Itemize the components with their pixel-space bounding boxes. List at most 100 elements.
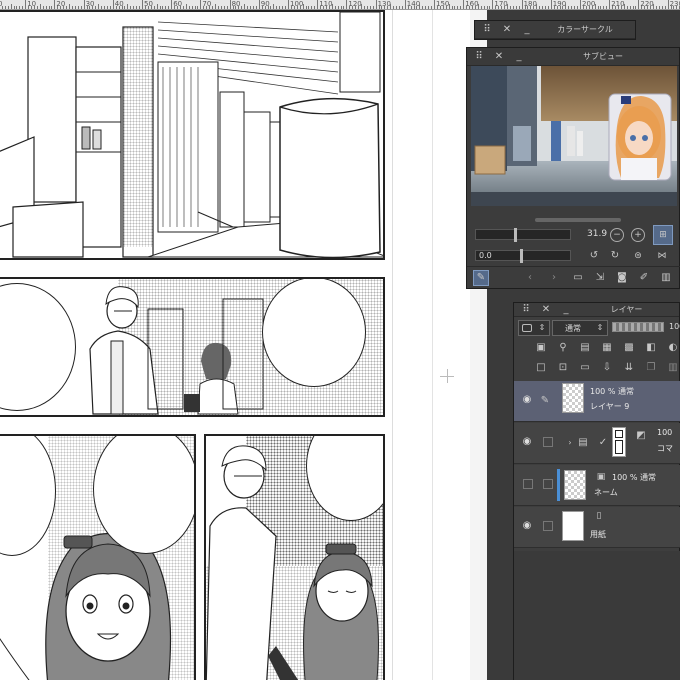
- drag-handle-icon[interactable]: ⠿: [472, 50, 486, 64]
- close-icon[interactable]: ✕: [492, 50, 506, 64]
- ruler-minor-tick: [215, 4, 216, 9]
- opacity-slider[interactable]: [612, 322, 664, 332]
- ruler-minor-tick: [647, 6, 649, 9]
- ruler-tick: [580, 0, 581, 9]
- ruler-minor-tick: [603, 6, 605, 9]
- ruler-minor-tick: [653, 4, 654, 9]
- layer-name: コマ: [657, 444, 673, 453]
- ruler-minor-tick: [390, 4, 392, 9]
- manga-panel-3: [0, 434, 196, 680]
- camera-icon[interactable]: ◙: [615, 271, 629, 285]
- ruler-minor-tick: [159, 6, 161, 9]
- eye-icon[interactable]: ◉: [520, 394, 534, 408]
- drawing-canvas[interactable]: [0, 10, 487, 680]
- ruler-minor-tick: [31, 6, 33, 9]
- new-raster-layer-icon[interactable]: □: [534, 361, 548, 375]
- sub-view-toolbar: ✎ ‹ › ▭ ⇲ ◙ ✐ ▥: [467, 266, 680, 288]
- horizontal-scrollbar[interactable]: [535, 218, 621, 222]
- lock-checkbox[interactable]: [523, 479, 533, 489]
- drag-handle-icon[interactable]: ⠿: [480, 23, 494, 37]
- ruler-tick: [550, 0, 552, 9]
- drag-handle-icon[interactable]: ⠿: [519, 303, 533, 317]
- ruler-minor-tick: [425, 6, 427, 9]
- ruler-tick: [638, 0, 640, 9]
- ruler-minor-tick: [396, 6, 398, 9]
- zoom-out-icon[interactable]: −: [610, 228, 624, 242]
- ruler-minor-tick: [42, 6, 44, 9]
- minimize-icon[interactable]: _: [559, 303, 573, 317]
- palette-color-icon[interactable]: ◐: [666, 341, 680, 355]
- eye-icon[interactable]: ◉: [520, 436, 534, 450]
- layer-name: ネーム: [594, 488, 618, 497]
- delete-layer-icon[interactable]: ▥: [666, 361, 680, 375]
- ruler-minor-tick: [582, 6, 584, 9]
- ruler-tick: [54, 0, 56, 9]
- clip-layer-icon[interactable]: ▣: [534, 341, 548, 355]
- sub-view-palette[interactable]: ⠿ ✕ _ サブビュー 31.9 − + ⊞ 0.0 ↺ ↻ ⊜ ⋈ ✎ ‹ ›…: [466, 47, 680, 289]
- import-icon[interactable]: ⇲: [593, 271, 607, 285]
- close-icon[interactable]: ✕: [500, 23, 514, 37]
- rotate-left-icon[interactable]: ↺: [587, 249, 601, 263]
- zoom-slider[interactable]: [475, 228, 571, 242]
- layer-list-empty-area[interactable]: [514, 551, 680, 680]
- ruler-minor-tick: [118, 6, 120, 9]
- new-folder-icon[interactable]: ▭: [578, 361, 592, 375]
- manga-panel-1: [0, 10, 385, 260]
- ruler-minor-tick: [416, 6, 418, 9]
- ruler-minor-tick: [188, 6, 190, 9]
- eyedropper-icon[interactable]: ✎: [473, 270, 489, 286]
- transfer-down-icon[interactable]: ⇩: [600, 361, 614, 375]
- layer-row-layer-9[interactable]: ◉ ✎ 100 % 通常 レイヤー 9: [514, 381, 680, 422]
- lock-transparency-icon[interactable]: ▦: [600, 341, 614, 355]
- merge-down-icon[interactable]: ⇊: [622, 361, 636, 375]
- lock-checkbox[interactable]: [543, 437, 553, 447]
- duplicate-layer-icon[interactable]: ❐: [644, 361, 658, 375]
- rotate-slider[interactable]: 0.0: [475, 249, 571, 263]
- layer-thumbnail: [612, 427, 626, 457]
- reference-layer-icon[interactable]: ⚲: [556, 341, 570, 355]
- layer-row-paper[interactable]: ◉ ▯ 用紙: [514, 507, 680, 548]
- open-folder-icon[interactable]: ▭: [571, 271, 585, 285]
- ruler-minor-tick: [328, 6, 330, 9]
- layer-row-name[interactable]: ▣ 100 % 通常 ネーム: [514, 465, 680, 506]
- edit-image-icon[interactable]: ✐: [637, 271, 651, 285]
- flip-horizontal-icon[interactable]: ⋈: [655, 249, 669, 263]
- crosshair-mark: [447, 369, 448, 383]
- layer-list: ◉ ✎ 100 % 通常 レイヤー 9 ◉ › ▤ ✓ ◩ 100 コマ ▣ 1…: [514, 381, 680, 548]
- color-circle-palette[interactable]: ⠿ ✕ _ カラーサークル: [474, 20, 636, 40]
- ruler-icon[interactable]: ◧: [644, 341, 658, 355]
- trash-icon[interactable]: ▥: [659, 271, 673, 285]
- layer-mask-icon[interactable]: ▩: [622, 341, 636, 355]
- layer-row-koma[interactable]: ◉ › ▤ ✓ ◩ 100 コマ: [514, 423, 680, 464]
- eye-icon[interactable]: ◉: [520, 520, 534, 534]
- new-vector-layer-icon[interactable]: ⊡: [556, 361, 570, 375]
- fit-view-icon[interactable]: ⊞: [653, 225, 673, 245]
- ruler-minor-tick: [439, 6, 441, 9]
- lock-icon[interactable]: ▤: [578, 341, 592, 355]
- ruler-minor-tick: [147, 6, 149, 9]
- minimize-icon[interactable]: _: [520, 23, 534, 37]
- ruler-minor-tick: [469, 6, 471, 9]
- palette-title: カラーサークル: [557, 25, 613, 34]
- layer-type-dropdown[interactable]: ⇕: [518, 320, 550, 336]
- lock-checkbox[interactable]: [543, 479, 553, 489]
- ruler-minor-tick: [127, 4, 129, 9]
- ruler-minor-tick: [174, 6, 176, 9]
- minimize-icon[interactable]: _: [512, 50, 526, 64]
- reference-image[interactable]: [471, 66, 677, 206]
- ruler-minor-tick: [626, 6, 628, 9]
- reset-rotate-icon[interactable]: ⊜: [631, 249, 645, 263]
- ruler-minor-tick: [562, 6, 564, 9]
- expand-arrow-icon[interactable]: ›: [563, 436, 577, 450]
- layer-palette[interactable]: ⠿ ✕ _ レイヤー ⇕ 通常 ⇕ 100 ▣ ⚲ ▤ ▦ ▩ ◧ ◐ □ ⊡ …: [513, 302, 680, 680]
- zoom-in-icon[interactable]: +: [631, 228, 645, 242]
- close-icon[interactable]: ✕: [539, 303, 553, 317]
- blend-mode-dropdown[interactable]: 通常 ⇕: [552, 320, 608, 336]
- ruler-minor-tick: [74, 6, 76, 9]
- ruler-tick: [463, 0, 465, 9]
- ruler-minor-tick: [504, 6, 506, 9]
- previous-image-icon[interactable]: ‹: [523, 271, 537, 285]
- next-image-icon[interactable]: ›: [547, 271, 561, 285]
- lock-checkbox[interactable]: [543, 521, 553, 531]
- rotate-right-icon[interactable]: ↻: [608, 249, 622, 263]
